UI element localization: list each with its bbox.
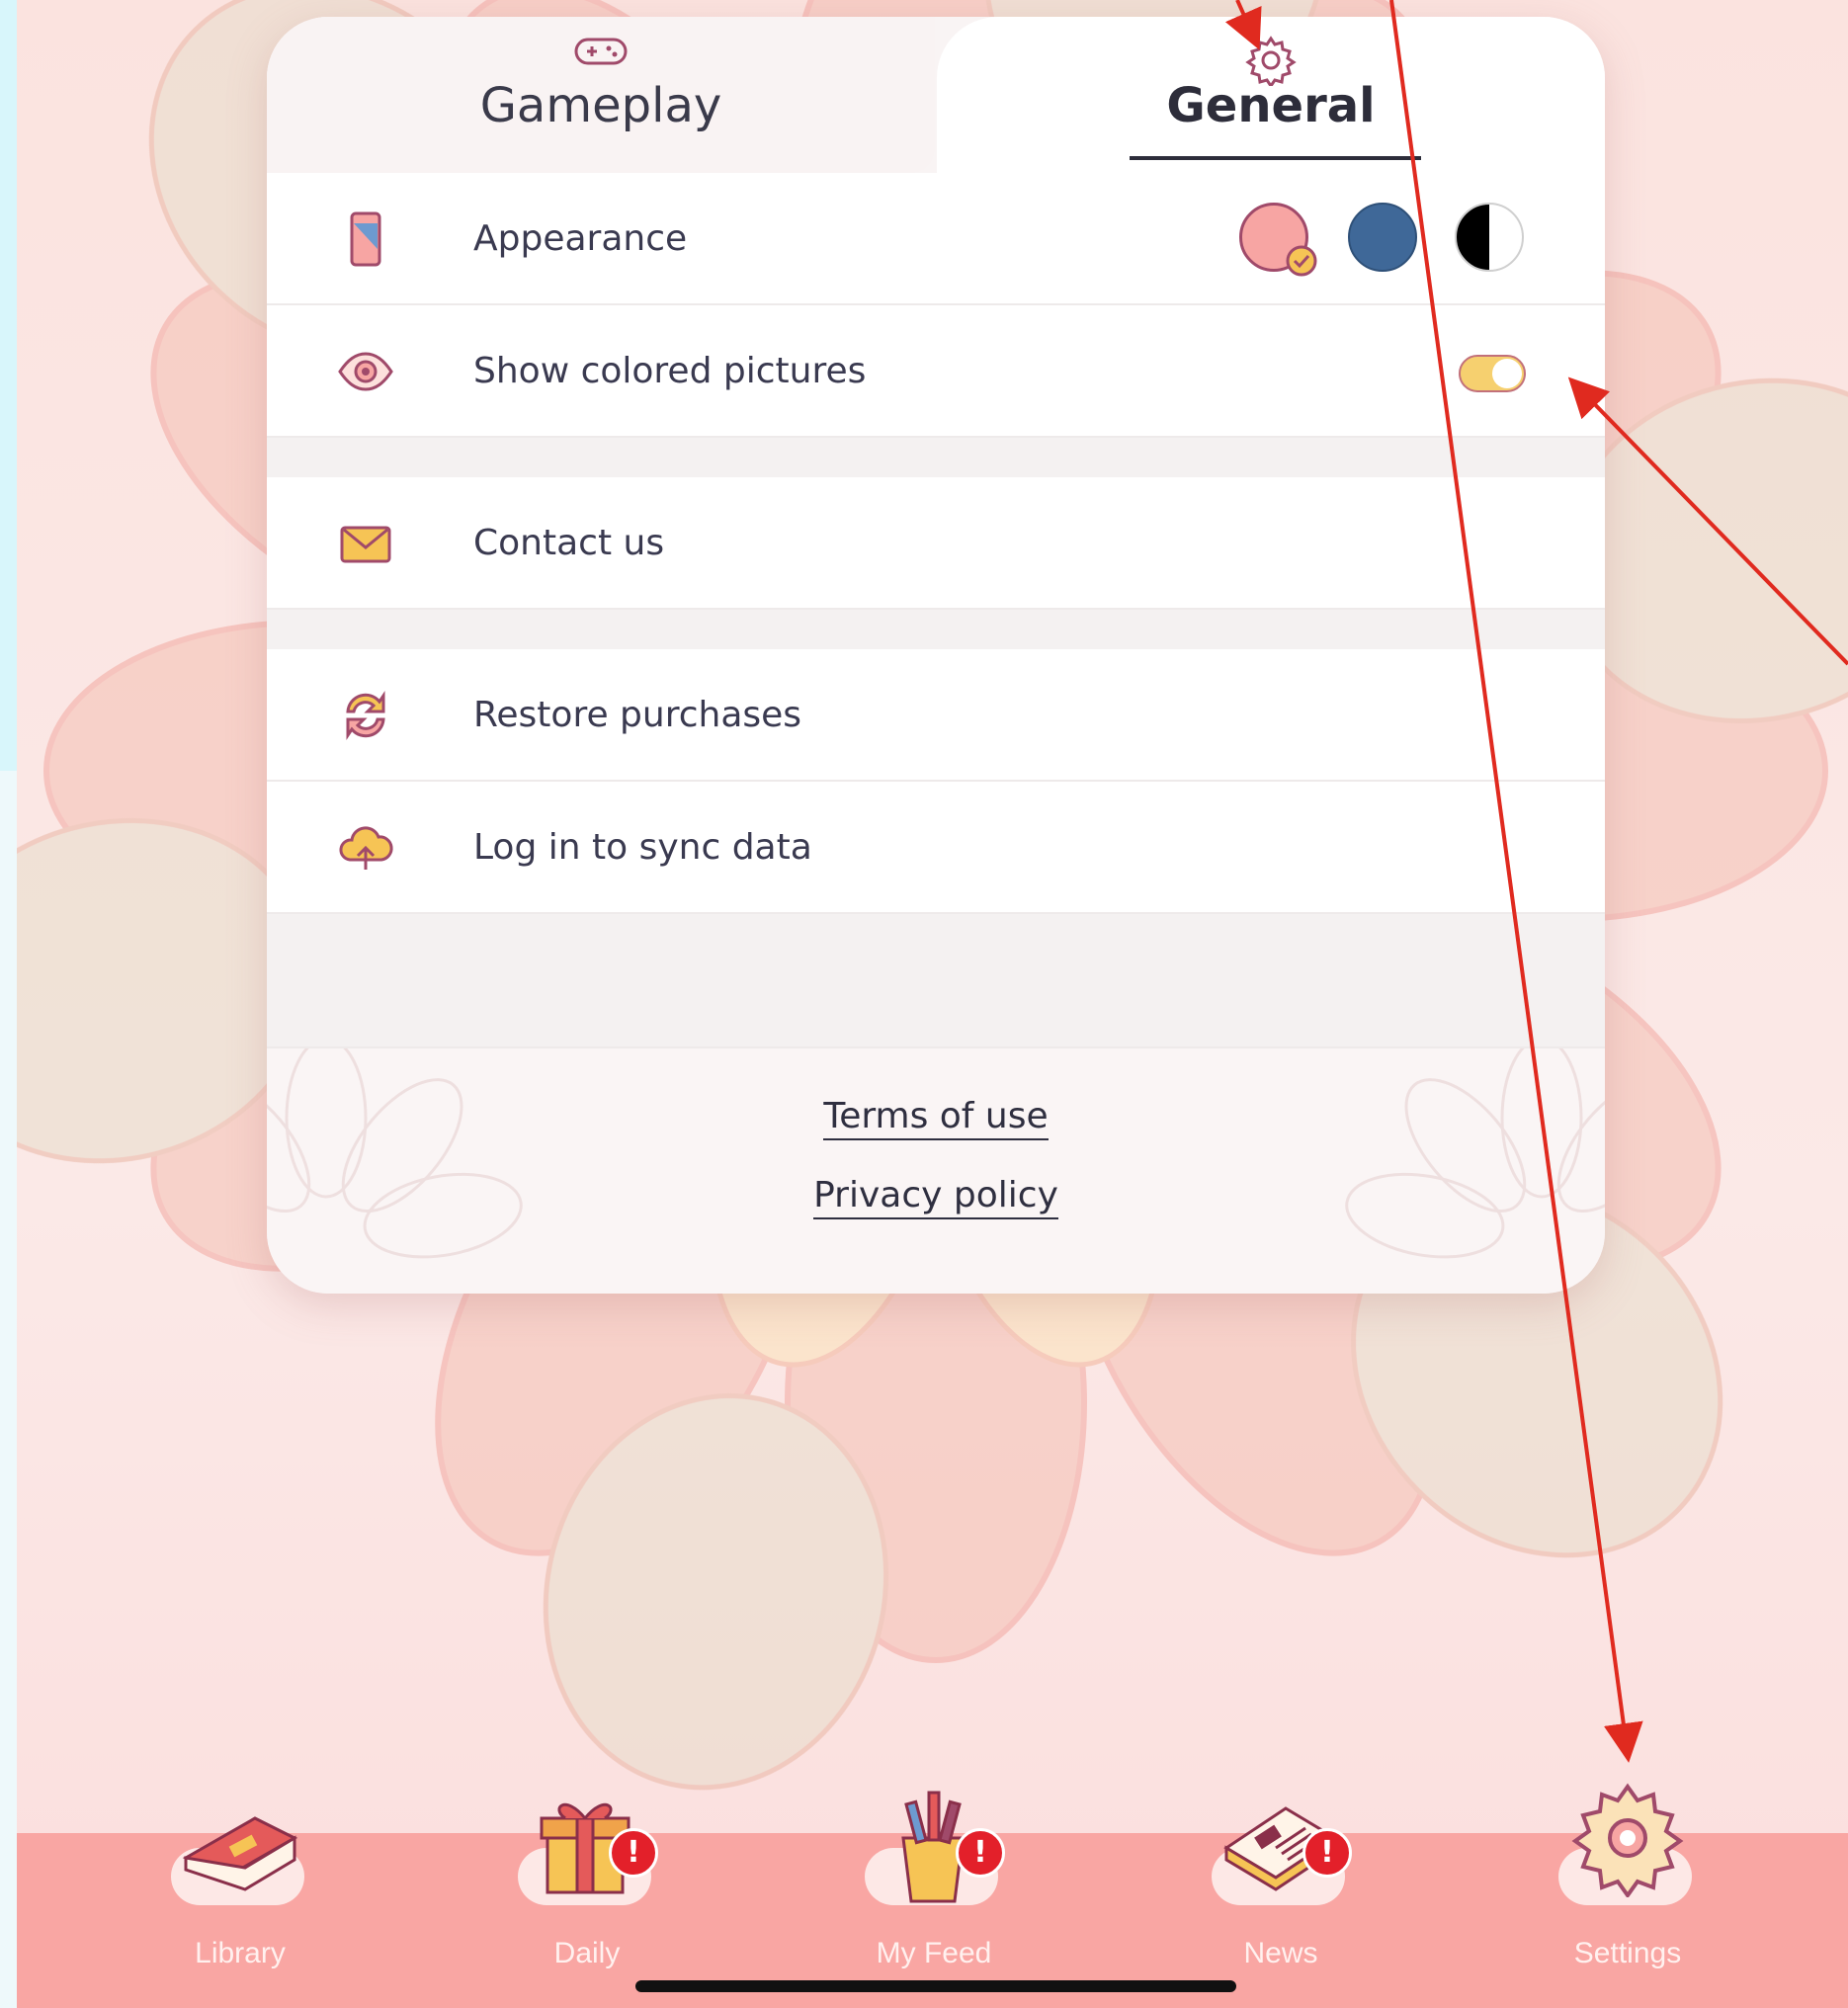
- active-tab-indicator: [1130, 156, 1421, 160]
- tabbar-item-news[interactable]: ! News: [1182, 1789, 1380, 2006]
- terms-link-text: Terms of use: [823, 1096, 1049, 1140]
- tabbar-label: News: [1243, 1937, 1318, 1969]
- feed-alert-badge: !: [956, 1828, 1005, 1878]
- tab-general-label: General: [1166, 78, 1376, 133]
- left-edge-strip: [0, 0, 17, 771]
- appearance-row: Appearance: [267, 173, 1605, 305]
- list-bottom-space: [267, 914, 1605, 1046]
- login-label: Log in to sync data: [473, 827, 812, 868]
- appearance-label: Appearance: [473, 218, 688, 259]
- eye-icon: [336, 342, 395, 401]
- tabbar-item-library[interactable]: Library: [141, 1789, 339, 2006]
- privacy-link-text: Privacy policy: [813, 1175, 1058, 1219]
- tab-gameplay[interactable]: Gameplay: [267, 17, 935, 173]
- settings-card: Gameplay General Appearance Show colored…: [267, 17, 1605, 1294]
- tabbar-item-settings[interactable]: Settings: [1529, 1783, 1726, 2006]
- tabbar-label: Settings: [1573, 1937, 1682, 1969]
- tabbar-label: My Feed: [876, 1937, 992, 1969]
- home-indicator: [635, 1980, 1236, 1992]
- daily-alert-badge: !: [609, 1828, 658, 1878]
- tabbar-label: Daily: [553, 1937, 621, 1969]
- restore-row[interactable]: Restore purchases: [267, 649, 1605, 782]
- show-colored-label: Show colored pictures: [473, 351, 867, 391]
- settings-list: Appearance Show colored pictures Contact…: [267, 173, 1605, 1046]
- appearance-swatches: [1239, 203, 1528, 277]
- section-gap: [267, 438, 1605, 477]
- swatch-contrast[interactable]: [1455, 203, 1524, 272]
- gear-icon: [1568, 1779, 1687, 1901]
- footer-mandala-decoration: [267, 1048, 1605, 1259]
- show-colored-row: Show colored pictures: [267, 305, 1605, 438]
- refresh-icon: [336, 686, 395, 745]
- cloud-upload-icon: [336, 818, 395, 878]
- tabbar-item-my-feed[interactable]: ! My Feed: [835, 1789, 1033, 2006]
- section-gap: [267, 610, 1605, 649]
- phone-icon: [336, 209, 395, 269]
- news-alert-badge: !: [1302, 1828, 1352, 1878]
- checkmark-icon: [1285, 244, 1318, 282]
- contact-label: Contact us: [473, 523, 665, 563]
- book-icon: [176, 1789, 304, 1901]
- privacy-link[interactable]: Privacy policy: [267, 1175, 1605, 1219]
- tab-general[interactable]: General: [937, 17, 1605, 173]
- gamepad-icon: [573, 35, 629, 72]
- tabbar-item-daily[interactable]: ! Daily: [488, 1789, 686, 2006]
- envelope-icon: [336, 514, 395, 573]
- terms-link[interactable]: Terms of use: [267, 1096, 1605, 1140]
- settings-tabs: Gameplay General: [267, 17, 1605, 173]
- toggle-knob: [1492, 359, 1522, 388]
- left-edge-strip-lower: [0, 771, 17, 2008]
- swatch-blue[interactable]: [1348, 203, 1417, 272]
- card-footer: Terms of use Privacy policy: [267, 1046, 1605, 1294]
- restore-label: Restore purchases: [473, 695, 802, 735]
- tabbar-label: Library: [195, 1937, 286, 1969]
- login-row[interactable]: Log in to sync data: [267, 782, 1605, 914]
- show-colored-toggle[interactable]: [1459, 355, 1526, 392]
- contact-row[interactable]: Contact us: [267, 477, 1605, 610]
- tab-gameplay-label: Gameplay: [479, 78, 722, 133]
